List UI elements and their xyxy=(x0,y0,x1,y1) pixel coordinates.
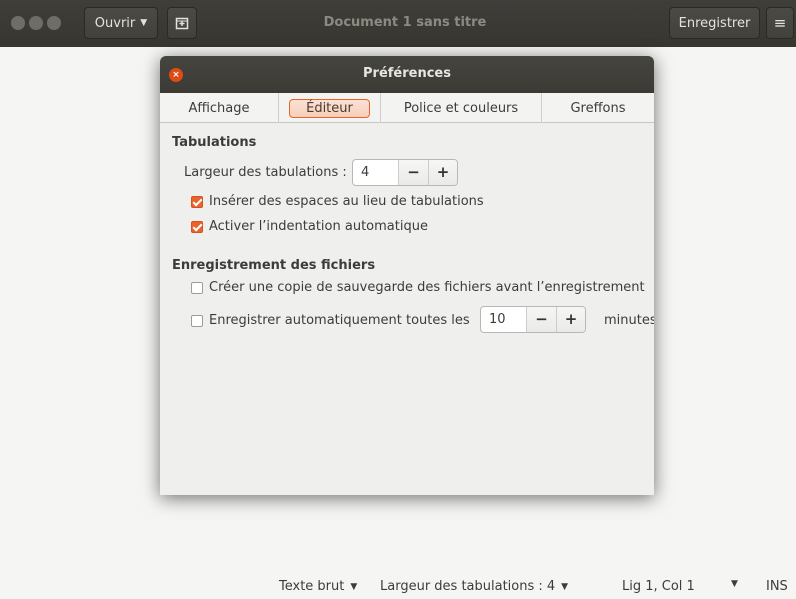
new-document-button[interactable] xyxy=(167,7,197,39)
editor-tab-content: Tabulations Largeur des tabulations : 4 … xyxy=(160,124,654,495)
window-controls xyxy=(11,16,61,30)
checkbox-checked-icon xyxy=(191,220,203,233)
insert-spaces-label: Insérer des espaces au lieu de tabulatio… xyxy=(209,194,484,209)
chevron-down-icon: ▼ xyxy=(350,581,358,592)
insert-mode-indicator: INS xyxy=(766,579,788,594)
cursor-position-selector[interactable]: Lig 1, Col 1 xyxy=(622,579,695,594)
tab-width-label: Largeur des tabulations : xyxy=(184,165,347,180)
minimize-window-icon[interactable] xyxy=(29,16,43,30)
minutes-label: minutes xyxy=(604,313,654,328)
decrement-button[interactable]: − xyxy=(527,307,556,332)
chevron-down-icon: ▼ xyxy=(561,581,569,592)
checkbox-checked-icon xyxy=(191,195,203,208)
autosave-interval-input[interactable]: 10 xyxy=(481,307,527,332)
autosave-checkbox[interactable]: Enregistrer automatiquement toutes les xyxy=(191,313,470,328)
dialog-title: Préférences xyxy=(363,66,451,81)
tab-label: Éditeur xyxy=(289,98,370,118)
section-title-tabulations: Tabulations xyxy=(172,135,257,150)
open-button-label: Ouvrir xyxy=(94,15,136,31)
checkbox-unchecked-icon xyxy=(191,314,203,327)
maximize-window-icon[interactable] xyxy=(47,16,61,30)
tab-greffons[interactable]: Greffons xyxy=(542,93,654,123)
save-button[interactable]: Enregistrer xyxy=(669,7,760,39)
tab-width-status: Largeur des tabulations : 4 xyxy=(380,579,556,594)
checkbox-unchecked-icon xyxy=(191,281,203,294)
header-bar: Ouvrir ▼ Document 1 sans titre Enregistr… xyxy=(0,0,796,47)
window-title: Document 1 sans titre xyxy=(323,15,487,30)
backup-checkbox[interactable]: Créer une copie de sauvegarde des fichie… xyxy=(191,280,645,295)
position-dropdown[interactable]: ▼ xyxy=(731,579,738,589)
auto-indent-label: Activer l’indentation automatique xyxy=(209,219,428,234)
dialog-titlebar: × Préférences xyxy=(160,56,654,93)
tab-label: Affichage xyxy=(188,100,250,116)
tab-bar: Affichage Éditeur Police et couleurs Gre… xyxy=(160,93,654,123)
backup-label: Créer une copie de sauvegarde des fichie… xyxy=(209,280,645,295)
increment-button[interactable]: + xyxy=(428,160,457,185)
tab-affichage[interactable]: Affichage xyxy=(160,93,279,123)
autosave-label: Enregistrer automatiquement toutes les xyxy=(209,313,470,328)
new-tab-icon xyxy=(175,17,189,30)
tab-width-selector[interactable]: Largeur des tabulations : 4 ▼ xyxy=(380,579,568,594)
chevron-down-icon: ▼ xyxy=(731,579,738,589)
decrement-button[interactable]: − xyxy=(399,160,428,185)
tab-label: Greffons xyxy=(570,100,626,116)
hamburger-menu-icon[interactable]: ≡ xyxy=(766,7,794,39)
tab-width-input[interactable]: 4 xyxy=(353,160,399,185)
tab-label: Police et couleurs xyxy=(403,100,519,116)
insert-spaces-checkbox[interactable]: Insérer des espaces au lieu de tabulatio… xyxy=(191,194,484,209)
section-title-saving: Enregistrement des fichiers xyxy=(172,258,376,273)
close-window-icon[interactable] xyxy=(11,16,25,30)
cursor-position: Lig 1, Col 1 xyxy=(622,579,695,594)
open-button[interactable]: Ouvrir ▼ xyxy=(84,7,158,39)
tab-editeur[interactable]: Éditeur xyxy=(279,93,381,123)
status-bar: Texte brut ▼ Largeur des tabulations : 4… xyxy=(0,574,796,599)
preferences-dialog: × Préférences Affichage Éditeur Police e… xyxy=(160,56,654,495)
autosave-interval-stepper: 10 − + xyxy=(480,306,586,333)
tab-width-stepper: 4 − + xyxy=(352,159,458,186)
language-label: Texte brut xyxy=(279,579,345,594)
increment-button[interactable]: + xyxy=(556,307,585,332)
language-selector[interactable]: Texte brut ▼ xyxy=(279,579,357,594)
tab-police-couleurs[interactable]: Police et couleurs xyxy=(381,93,542,123)
auto-indent-checkbox[interactable]: Activer l’indentation automatique xyxy=(191,219,428,234)
chevron-down-icon: ▼ xyxy=(140,18,148,28)
